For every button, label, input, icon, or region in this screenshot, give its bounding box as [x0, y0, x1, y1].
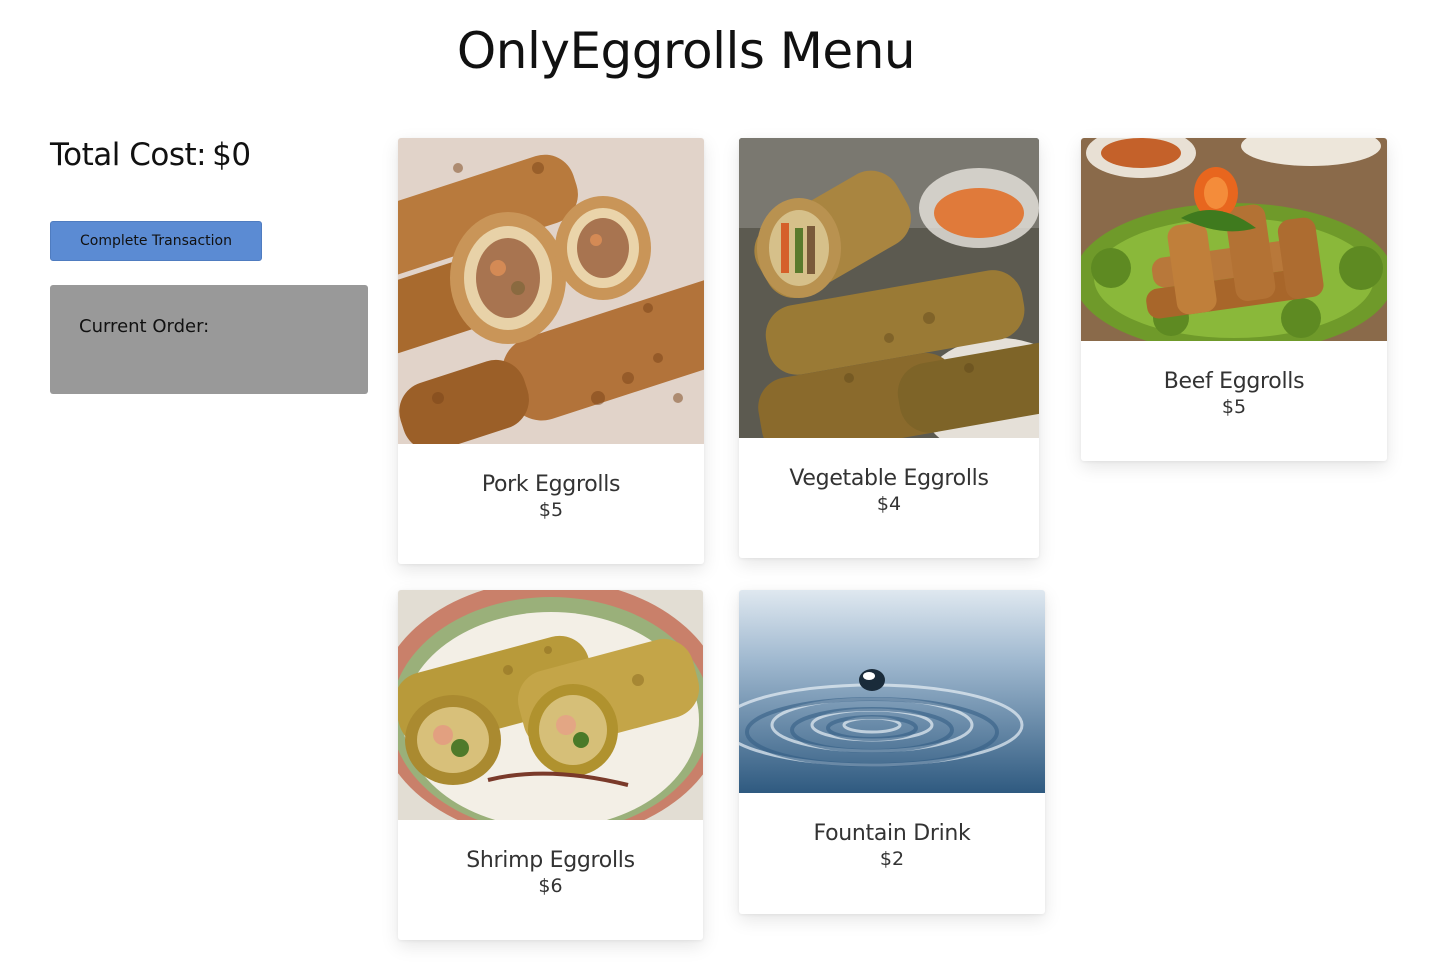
item-name: Shrimp Eggrolls [466, 848, 635, 873]
beef-eggrolls-info: Beef Eggrolls $5 [1081, 341, 1387, 418]
menu-item-fountain-drink[interactable]: Fountain Drink $2 [739, 590, 1045, 914]
order-sidebar: Total Cost: $0 Complete Transaction Curre… [50, 135, 368, 394]
item-price: $5 [538, 499, 564, 521]
page-title: OnlyEggrolls Menu [456, 22, 916, 80]
pork-eggrolls-info: Pork Eggrolls $5 [398, 444, 704, 521]
item-price: $6 [538, 875, 563, 897]
current-order-panel: Current Order: [50, 285, 368, 394]
menu-item-pork-eggrolls[interactable]: Pork Eggrolls $5 [398, 138, 704, 564]
menu-item-vegetable-eggrolls[interactable]: Vegetable Eggrolls $4 [739, 138, 1039, 558]
beef-eggrolls-image [1081, 138, 1387, 341]
item-name: Vegetable Eggrolls [789, 466, 989, 491]
shrimp-eggrolls-info: Shrimp Eggrolls $6 [398, 820, 703, 897]
item-price: $4 [876, 493, 902, 515]
item-name: Fountain Drink [813, 821, 971, 846]
current-order-label: Current Order: [79, 316, 210, 337]
item-name: Pork Eggrolls [481, 472, 621, 497]
complete-transaction-button[interactable]: Complete Transaction [50, 221, 262, 261]
menu-item-beef-eggrolls[interactable]: Beef Eggrolls $5 [1081, 138, 1387, 461]
vegetable-eggrolls-info: Vegetable Eggrolls $4 [739, 438, 1039, 515]
fountain-drink-image [739, 590, 1045, 793]
total-cost-label: Total Cost: [50, 137, 207, 173]
menu-item-shrimp-eggrolls[interactable]: Shrimp Eggrolls $6 [398, 590, 703, 940]
item-price: $5 [1221, 396, 1247, 418]
item-price: $2 [879, 848, 905, 870]
pork-eggrolls-image [398, 138, 704, 444]
total-cost: Total Cost: $0 [50, 135, 368, 175]
item-name: Beef Eggrolls [1163, 369, 1305, 394]
shrimp-eggrolls-image [398, 590, 703, 820]
vegetable-eggrolls-image [739, 138, 1039, 438]
total-cost-value: $0 [212, 137, 251, 173]
fountain-drink-info: Fountain Drink $2 [739, 793, 1045, 870]
